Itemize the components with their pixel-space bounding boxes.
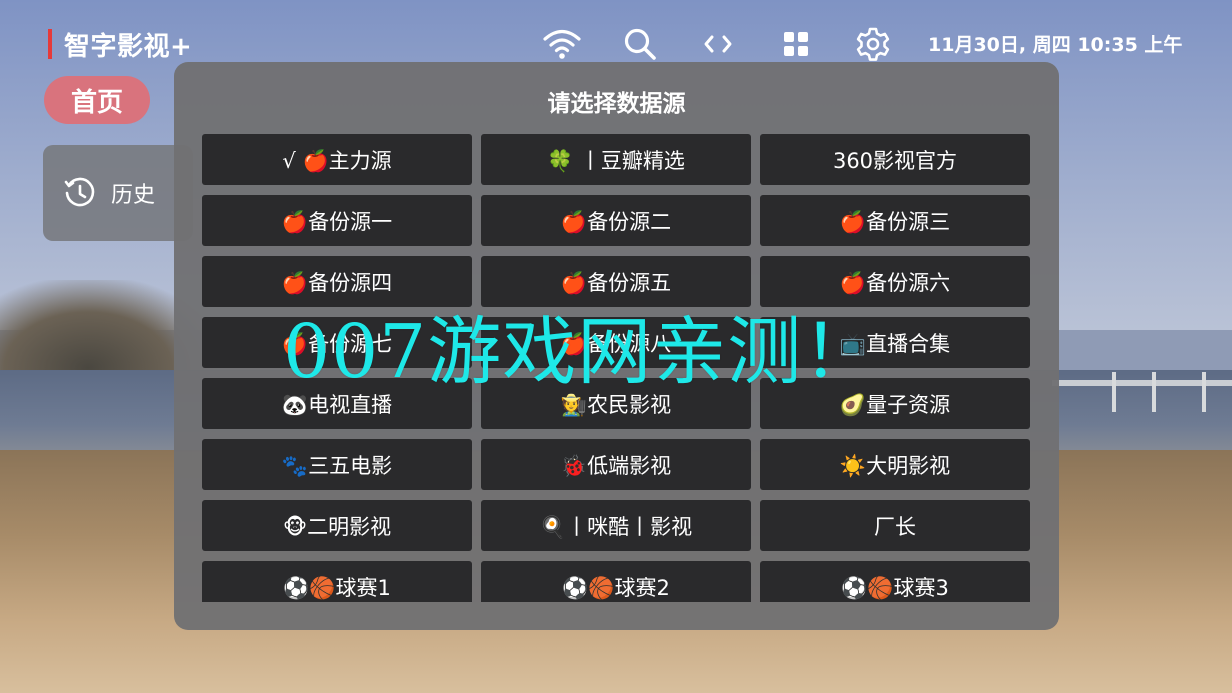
search-icon[interactable] <box>620 24 660 64</box>
watermark-text: 007游戏网亲测！ <box>283 309 878 395</box>
background-bridge <box>1052 372 1232 430</box>
source-option[interactable]: 🍎备份源一 <box>202 195 472 246</box>
nav-history-item[interactable]: 历史 <box>43 145 193 241</box>
source-option[interactable]: 🐵二明影视 <box>202 500 472 551</box>
app-title: 智字影视+ <box>64 31 193 62</box>
source-option[interactable]: ☀️大明影视 <box>760 439 1030 490</box>
source-option[interactable]: ⚽🏀球赛2 <box>481 561 751 602</box>
source-option[interactable]: 🍎备份源二 <box>481 195 751 246</box>
history-clock-icon <box>64 177 95 207</box>
source-option[interactable]: ⚽🏀球赛1 <box>202 561 472 602</box>
settings-gear-icon[interactable] <box>853 24 893 64</box>
grid-apps-icon[interactable] <box>776 24 816 64</box>
brand-accent-bar <box>48 29 52 59</box>
source-option[interactable]: 🐾三五电影 <box>202 439 472 490</box>
status-datetime: 11月30日, 周四 10:35 上午 <box>928 34 1183 56</box>
source-option[interactable]: 🍀 丨豆瓣精选 <box>481 134 751 185</box>
source-option[interactable]: 🍎备份源三 <box>760 195 1030 246</box>
code-icon[interactable] <box>698 24 738 64</box>
source-option[interactable]: 🍳丨咪酷丨影视 <box>481 500 751 551</box>
source-option[interactable]: 厂长 <box>760 500 1030 551</box>
dialog-title: 请选择数据源 <box>547 91 686 117</box>
wifi-icon[interactable] <box>542 24 582 64</box>
source-option[interactable]: 360影视官方 <box>760 134 1030 185</box>
app-brand: 智字影视+ <box>48 28 193 62</box>
source-option[interactable]: ⚽🏀球赛3 <box>760 561 1030 602</box>
source-option[interactable]: 🐞低端影视 <box>481 439 751 490</box>
nav-history-label: 历史 <box>111 183 156 208</box>
nav-home-tab[interactable]: 首页 <box>44 76 150 124</box>
source-option[interactable]: √ 🍎主力源 <box>202 134 472 185</box>
